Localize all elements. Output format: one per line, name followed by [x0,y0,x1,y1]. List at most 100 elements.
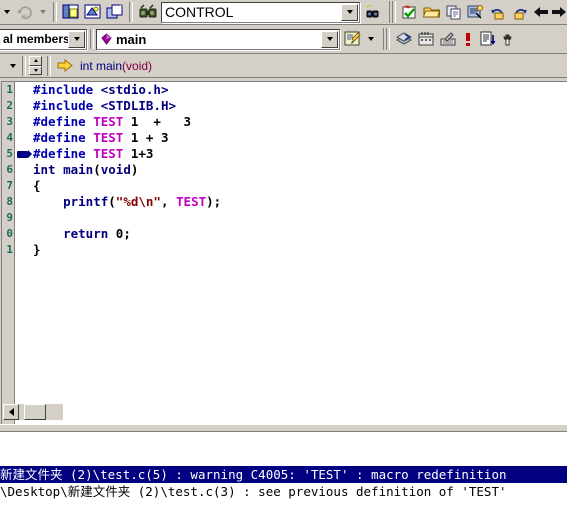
standard-toolbar: 111 CONTROL [0,0,567,25]
code-token: return [33,226,116,241]
chevron-down-icon-navbar[interactable] [6,58,19,73]
line-number: 7 [6,179,13,192]
code-line[interactable]: } [29,242,567,258]
dropdown-arrow-icon-refresh[interactable] [36,2,50,23]
code-line[interactable]: int main(void) [29,162,567,178]
wizardbar-toolbar: al members main [0,25,567,54]
function-combo[interactable]: main [96,28,340,50]
build-output-pane[interactable]: 新建文件夹 (2)\test.c(5) : warning C4005: 'TE… [0,431,567,511]
line-number: 5 [6,147,13,160]
code-token: 1 + 3 [123,114,192,129]
build-execute-icon[interactable] [437,29,459,50]
code-token: "%d\n" [115,194,161,209]
code-line[interactable]: #define TEST 1 + 3 [29,130,567,146]
workspace-window-icon[interactable] [60,2,82,23]
redo-icon[interactable] [509,2,531,23]
code-token: ( [93,162,101,177]
svg-text:111: 111 [21,13,28,18]
toolbar-separator-6 [22,55,26,76]
output-line[interactable]: \Desktop\新建文件夹 (2)\test.c(3) : see previ… [0,483,567,500]
code-token: int [33,162,64,177]
code-token: ( [108,194,116,209]
code-token: main [63,162,94,177]
scroll-left-arrow-icon[interactable] [3,404,19,420]
bookmark-icon[interactable] [17,150,32,158]
code-line[interactable]: #define TEST 1+3 [29,146,567,162]
code-token: #define [33,130,94,145]
chevron-down-icon-classwizard[interactable] [364,32,377,47]
chevron-down-icon-members[interactable] [68,30,85,48]
line-number: 1 [6,243,13,256]
line-number: 2 [6,99,13,112]
code-token: TEST [176,194,207,209]
find-in-files-icon[interactable] [360,2,386,23]
code-line[interactable]: printf("%d\n", TEST); [29,194,567,210]
toolbar-separator-2 [129,2,133,22]
stop-build-icon[interactable] [459,29,477,50]
chevron-down-icon-function[interactable] [321,30,338,48]
members-combo-value: al members [3,32,68,46]
refresh-icon[interactable]: 111 [14,2,36,23]
compile-icon[interactable] [393,29,415,50]
code-editor-pane[interactable]: 1 2 3 4 5 6 7 8 9 0 1 #include <stdio.h> #include <… [0,79,567,424]
forward-arrow-icon[interactable] [551,2,567,23]
copy-icon[interactable] [443,2,465,23]
selection-margin[interactable] [15,82,30,424]
line-number: 8 [6,195,13,208]
code-line[interactable]: #include <stdio.h> [29,82,567,98]
go-icon[interactable] [477,29,499,50]
code-token: ; [123,226,131,241]
active-configuration-value: CONTROL [165,4,234,20]
open-folder-icon[interactable] [421,2,443,23]
code-token: #include [33,82,101,97]
toolbar-separator-5b [386,28,390,50]
line-number: 1 [6,83,13,96]
toolbar-separator-3b [392,1,396,23]
output-line-selected[interactable]: 新建文件夹 (2)\test.c(5) : warning C4005: 'TE… [0,466,567,483]
code-line[interactable]: #define TEST 1 + 3 [29,114,567,130]
editor-horizontal-scrollbar[interactable] [3,404,63,420]
code-text-area[interactable]: #include <stdio.h> #include <STDLIB.H> #de… [29,82,567,424]
code-token: #include [33,98,101,113]
goto-arrow-icon[interactable] [57,59,73,72]
code-token: ) [130,162,139,177]
hscroll-thumb[interactable] [24,404,46,420]
insert-breakpoint-icon[interactable] [499,29,521,50]
build-icon[interactable] [415,29,437,50]
toolbar-separator-1 [53,2,57,22]
dropdown-arrow-icon-left[interactable] [0,2,14,23]
code-token: } [33,242,41,257]
code-editor-surface[interactable]: 1 2 3 4 5 6 7 8 9 0 1 #include <stdio.h> #include <… [1,81,567,424]
line-number: 9 [6,211,13,224]
code-line[interactable]: { [29,178,567,194]
active-configuration-combo[interactable]: CONTROL [161,1,360,23]
current-function-signature: int main(void) [80,59,152,73]
code-token: { [33,178,41,193]
watch-window-icon[interactable] [104,2,126,23]
classwizard-icon[interactable] [342,29,364,50]
code-token: TEST [93,146,124,161]
members-combo[interactable]: al members [0,28,87,50]
code-token: <STDLIB.H> [100,98,176,113]
chevron-down-icon-config[interactable] [341,3,358,21]
function-return-type: int [80,58,97,73]
code-token: #define [33,114,94,129]
code-token: <stdio.h> [100,82,169,97]
code-token: printf [33,194,109,209]
line-number: 0 [6,227,13,240]
binoculars-target-icon[interactable] [136,2,160,23]
member-function-icon [97,33,112,45]
undo-icon[interactable] [487,2,509,23]
code-line[interactable] [29,210,567,226]
code-token: void [100,162,131,177]
line-number: 6 [6,163,13,176]
find-replace-icon[interactable] [465,2,487,23]
code-line[interactable]: return 0; [29,226,567,242]
code-token: 1+3 [123,146,154,161]
code-token: ); [206,194,222,209]
code-line[interactable]: #include <STDLIB.H> [29,98,567,114]
back-arrow-icon[interactable] [531,2,551,23]
output-window-icon[interactable] [82,2,104,23]
spin-updown-icon[interactable] [29,56,42,75]
compile-check-icon[interactable] [399,2,421,23]
